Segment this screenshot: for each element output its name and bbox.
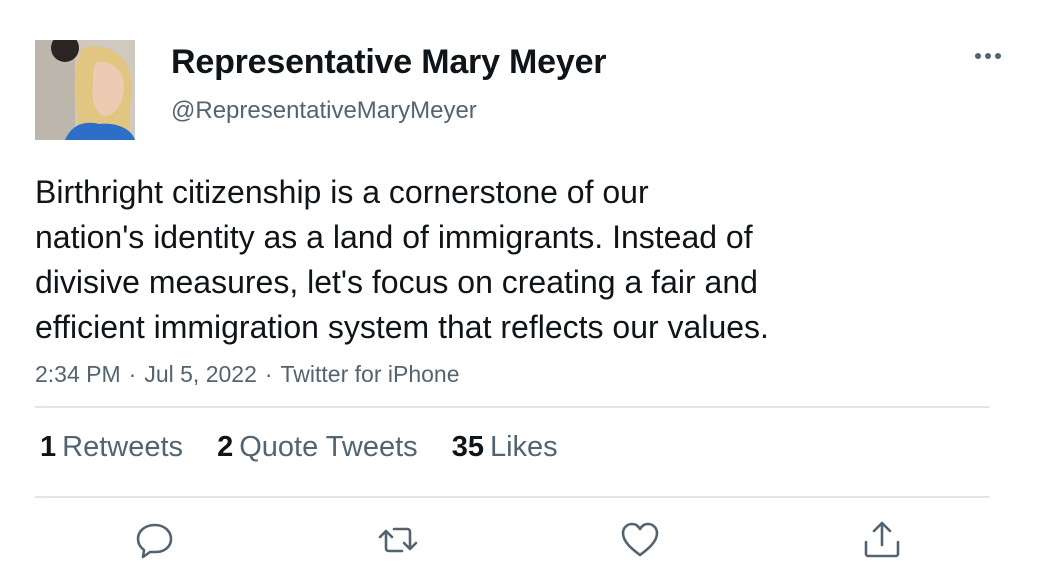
- retweet-icon: [378, 527, 418, 553]
- engagement-stats: 1 Retweets 2 Quote Tweets 35 Likes: [40, 431, 584, 464]
- tweet-text-line: Birthright citizenship is a cornerstone …: [35, 174, 649, 210]
- divider: [35, 496, 990, 498]
- tweet-time[interactable]: 2:34 PM: [35, 361, 121, 387]
- quote-tweets-stat[interactable]: 2 Quote Tweets: [217, 431, 418, 464]
- author-display-name[interactable]: Representative Mary Meyer: [171, 43, 607, 82]
- meta-separator: ·: [128, 361, 137, 387]
- reply-icon: [136, 523, 173, 559]
- more-options-icon: [975, 53, 1001, 59]
- retweet-button[interactable]: [376, 518, 420, 562]
- tweet-source[interactable]: Twitter for iPhone: [281, 361, 460, 387]
- divider: [35, 406, 990, 408]
- share-button[interactable]: [860, 518, 904, 562]
- reply-button[interactable]: [133, 518, 177, 562]
- tweet-metadata: 2:34 PM · Jul 5, 2022 · Twitter for iPhone: [35, 361, 460, 388]
- retweets-count: 1: [40, 431, 57, 463]
- retweets-label: Retweets: [62, 431, 184, 463]
- quote-tweets-label: Quote Tweets: [239, 431, 418, 463]
- tweet-text: Birthright citizenship is a cornerstone …: [35, 170, 895, 350]
- author-handle[interactable]: @RepresentativeMaryMeyer: [171, 97, 477, 125]
- tweet-card: Representative Mary Meyer @Representativ…: [0, 0, 1050, 570]
- tweet-date[interactable]: Jul 5, 2022: [144, 361, 257, 387]
- meta-separator: ·: [264, 361, 273, 387]
- like-button[interactable]: [618, 518, 662, 562]
- avatar-photo: [35, 40, 135, 140]
- likes-count: 35: [451, 431, 484, 463]
- tweet-text-line: divisive measures, let's focus on creati…: [35, 264, 758, 300]
- quote-tweets-count: 2: [217, 431, 234, 463]
- likes-label: Likes: [489, 431, 558, 463]
- tweet-text-line: efficient immigration system that reflec…: [35, 309, 769, 345]
- avatar[interactable]: [35, 40, 135, 140]
- more-options-button[interactable]: [968, 44, 1008, 68]
- like-icon: [621, 522, 659, 557]
- retweets-stat[interactable]: 1 Retweets: [40, 431, 183, 464]
- likes-stat[interactable]: 35 Likes: [452, 431, 558, 464]
- share-icon: [864, 521, 900, 558]
- tweet-text-line: nation's identity as a land of immigrant…: [35, 219, 753, 255]
